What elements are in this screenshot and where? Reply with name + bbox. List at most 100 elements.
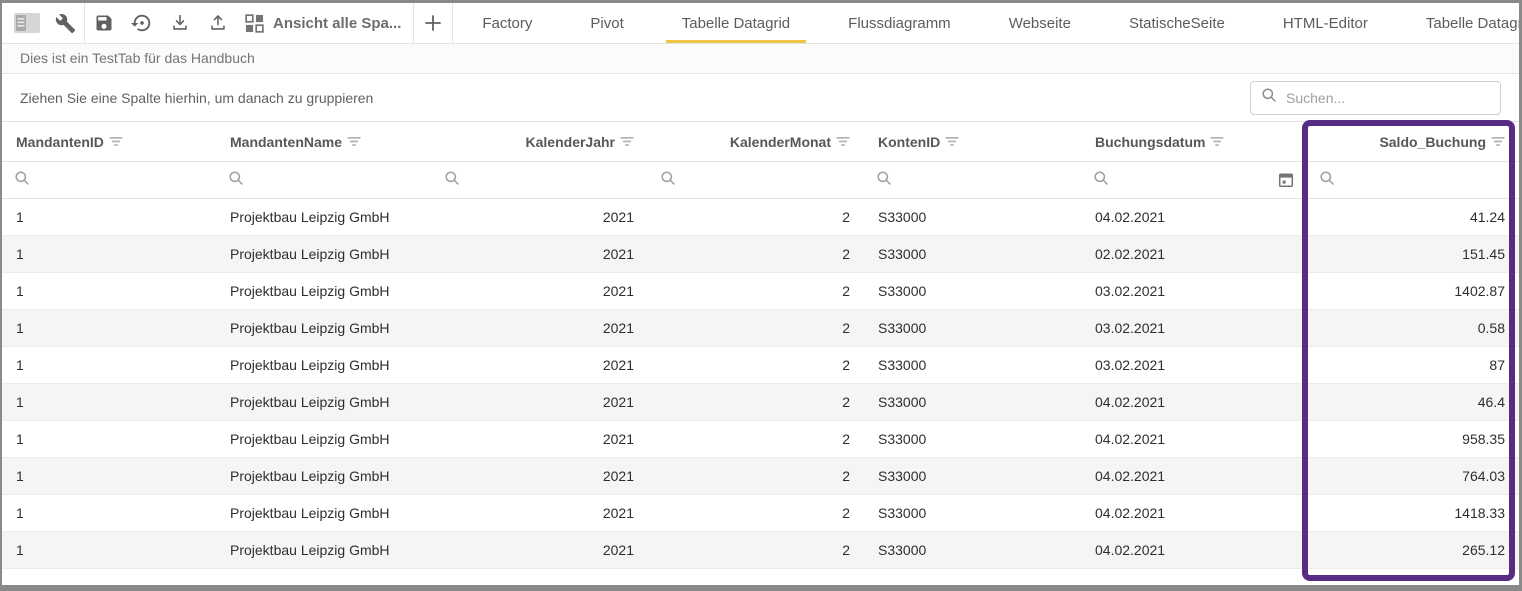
calendar-icon[interactable] bbox=[1277, 171, 1295, 189]
cell-saldo-buchung[interactable]: 1402.87 bbox=[1307, 283, 1519, 299]
filter-input-mandantenid[interactable] bbox=[37, 172, 204, 188]
filter-cell-buchungsdatum[interactable] bbox=[1081, 162, 1307, 198]
cell-kalendermonat[interactable]: 2 bbox=[648, 357, 864, 373]
filter-cell-kalenderjahr[interactable] bbox=[432, 162, 648, 198]
cell-saldo-buchung[interactable]: 151.45 bbox=[1307, 246, 1519, 262]
cell-kalendermonat[interactable]: 2 bbox=[648, 505, 864, 521]
cell-mandantenname[interactable]: Projektbau Leipzig GmbH bbox=[216, 468, 432, 484]
cell-kalendermonat[interactable]: 2 bbox=[648, 246, 864, 262]
cell-kontenid[interactable]: S33000 bbox=[864, 283, 1081, 299]
filter-cell-mandantenid[interactable] bbox=[2, 162, 216, 198]
cell-kalenderjahr[interactable]: 2021 bbox=[432, 394, 648, 410]
upload-button[interactable] bbox=[199, 3, 237, 43]
cell-kalenderjahr[interactable]: 2021 bbox=[432, 209, 648, 225]
cell-buchungsdatum[interactable]: 04.02.2021 bbox=[1081, 542, 1307, 558]
filter-lines-icon[interactable] bbox=[836, 134, 850, 150]
cell-kalendermonat[interactable]: 2 bbox=[648, 209, 864, 225]
cell-saldo-buchung[interactable]: 1418.33 bbox=[1307, 505, 1519, 521]
filter-input-saldo-buchung[interactable] bbox=[1342, 172, 1507, 188]
panel-toggle-button[interactable] bbox=[8, 3, 46, 43]
table-row[interactable]: 1Projektbau Leipzig GmbH20212S3300004.02… bbox=[2, 532, 1519, 569]
cell-saldo-buchung[interactable]: 41.24 bbox=[1307, 209, 1519, 225]
table-row[interactable]: 1Projektbau Leipzig GmbH20212S3300004.02… bbox=[2, 384, 1519, 421]
cell-mandantenname[interactable]: Projektbau Leipzig GmbH bbox=[216, 431, 432, 447]
cell-kalenderjahr[interactable]: 2021 bbox=[432, 357, 648, 373]
tab-factory[interactable]: Factory bbox=[466, 3, 548, 43]
cell-buchungsdatum[interactable]: 04.02.2021 bbox=[1081, 209, 1307, 225]
cell-mandantenname[interactable]: Projektbau Leipzig GmbH bbox=[216, 394, 432, 410]
settings-button[interactable] bbox=[46, 3, 84, 43]
cell-kontenid[interactable]: S33000 bbox=[864, 394, 1081, 410]
cell-kalendermonat[interactable]: 2 bbox=[648, 320, 864, 336]
column-header-kalendermonat[interactable]: KalenderMonat bbox=[648, 122, 864, 161]
cell-kontenid[interactable]: S33000 bbox=[864, 431, 1081, 447]
tab-webseite[interactable]: Webseite bbox=[993, 3, 1087, 43]
cell-mandantenid[interactable]: 1 bbox=[2, 320, 216, 336]
cell-kontenid[interactable]: S33000 bbox=[864, 505, 1081, 521]
cell-kalenderjahr[interactable]: 2021 bbox=[432, 320, 648, 336]
cell-buchungsdatum[interactable]: 04.02.2021 bbox=[1081, 394, 1307, 410]
filter-lines-icon[interactable] bbox=[1210, 134, 1224, 150]
cell-saldo-buchung[interactable]: 46.4 bbox=[1307, 394, 1519, 410]
filter-cell-mandantenname[interactable] bbox=[216, 162, 432, 198]
download-button[interactable] bbox=[161, 3, 199, 43]
filter-input-buchungsdatum[interactable] bbox=[1116, 172, 1270, 188]
cell-kalendermonat[interactable]: 2 bbox=[648, 542, 864, 558]
global-search-input[interactable] bbox=[1286, 90, 1490, 106]
cell-mandantenid[interactable]: 1 bbox=[2, 394, 216, 410]
cell-buchungsdatum[interactable]: 04.02.2021 bbox=[1081, 468, 1307, 484]
cell-mandantenid[interactable]: 1 bbox=[2, 468, 216, 484]
cell-mandantenname[interactable]: Projektbau Leipzig GmbH bbox=[216, 357, 432, 373]
cell-kontenid[interactable]: S33000 bbox=[864, 468, 1081, 484]
tab-tabelle-datagrid2[interactable]: Tabelle Datagrid2 bbox=[1410, 3, 1522, 43]
column-header-mandantenid[interactable]: MandantenID bbox=[2, 122, 216, 161]
cell-kalenderjahr[interactable]: 2021 bbox=[432, 542, 648, 558]
filter-lines-icon[interactable] bbox=[109, 134, 123, 150]
table-row[interactable]: 1Projektbau Leipzig GmbH20212S3300002.02… bbox=[2, 236, 1519, 273]
cell-kalendermonat[interactable]: 2 bbox=[648, 283, 864, 299]
cell-saldo-buchung[interactable]: 958.35 bbox=[1307, 431, 1519, 447]
tab-pivot[interactable]: Pivot bbox=[574, 3, 639, 43]
cell-mandantenid[interactable]: 1 bbox=[2, 431, 216, 447]
save-button[interactable] bbox=[85, 3, 123, 43]
cell-mandantenname[interactable]: Projektbau Leipzig GmbH bbox=[216, 209, 432, 225]
filter-lines-icon[interactable] bbox=[945, 134, 959, 150]
filter-input-kalenderjahr[interactable] bbox=[467, 172, 636, 188]
view-all-columns-button[interactable]: Ansicht alle Spa... bbox=[237, 3, 413, 43]
filter-lines-icon[interactable] bbox=[1491, 134, 1505, 150]
table-row[interactable]: 1Projektbau Leipzig GmbH20212S3300003.02… bbox=[2, 310, 1519, 347]
cell-mandantenid[interactable]: 1 bbox=[2, 357, 216, 373]
cell-mandantenid[interactable]: 1 bbox=[2, 209, 216, 225]
tab-statischeseite[interactable]: StatischeSeite bbox=[1113, 3, 1241, 43]
column-header-mandantenname[interactable]: MandantenName bbox=[216, 122, 432, 161]
tab-html-editor[interactable]: HTML-Editor bbox=[1267, 3, 1384, 43]
filter-input-kontenid[interactable] bbox=[899, 172, 1069, 188]
cell-buchungsdatum[interactable]: 03.02.2021 bbox=[1081, 283, 1307, 299]
cell-mandantenid[interactable]: 1 bbox=[2, 283, 216, 299]
cell-buchungsdatum[interactable]: 04.02.2021 bbox=[1081, 431, 1307, 447]
cell-mandantenname[interactable]: Projektbau Leipzig GmbH bbox=[216, 542, 432, 558]
tab-flussdiagramm[interactable]: Flussdiagramm bbox=[832, 3, 967, 43]
cell-kalenderjahr[interactable]: 2021 bbox=[432, 283, 648, 299]
cell-buchungsdatum[interactable]: 03.02.2021 bbox=[1081, 357, 1307, 373]
column-header-saldo-buchung[interactable]: Saldo_Buchung bbox=[1307, 122, 1519, 161]
cell-saldo-buchung[interactable]: 0.58 bbox=[1307, 320, 1519, 336]
cell-saldo-buchung[interactable]: 87 bbox=[1307, 357, 1519, 373]
cell-buchungsdatum[interactable]: 02.02.2021 bbox=[1081, 246, 1307, 262]
cell-kalenderjahr[interactable]: 2021 bbox=[432, 468, 648, 484]
cell-kalenderjahr[interactable]: 2021 bbox=[432, 246, 648, 262]
table-row[interactable]: 1Projektbau Leipzig GmbH20212S3300003.02… bbox=[2, 273, 1519, 310]
column-header-kalenderjahr[interactable]: KalenderJahr bbox=[432, 122, 648, 161]
cell-mandantenname[interactable]: Projektbau Leipzig GmbH bbox=[216, 320, 432, 336]
cell-buchungsdatum[interactable]: 03.02.2021 bbox=[1081, 320, 1307, 336]
cell-saldo-buchung[interactable]: 764.03 bbox=[1307, 468, 1519, 484]
filter-lines-icon[interactable] bbox=[620, 134, 634, 150]
filter-cell-saldo-buchung[interactable] bbox=[1307, 162, 1519, 198]
cell-mandantenid[interactable]: 1 bbox=[2, 246, 216, 262]
cell-buchungsdatum[interactable]: 04.02.2021 bbox=[1081, 505, 1307, 521]
cell-mandantenid[interactable]: 1 bbox=[2, 505, 216, 521]
global-search-box[interactable] bbox=[1250, 81, 1501, 115]
cell-kalenderjahr[interactable]: 2021 bbox=[432, 505, 648, 521]
cell-saldo-buchung[interactable]: 265.12 bbox=[1307, 542, 1519, 558]
table-row[interactable]: 1Projektbau Leipzig GmbH20212S3300004.02… bbox=[2, 495, 1519, 532]
